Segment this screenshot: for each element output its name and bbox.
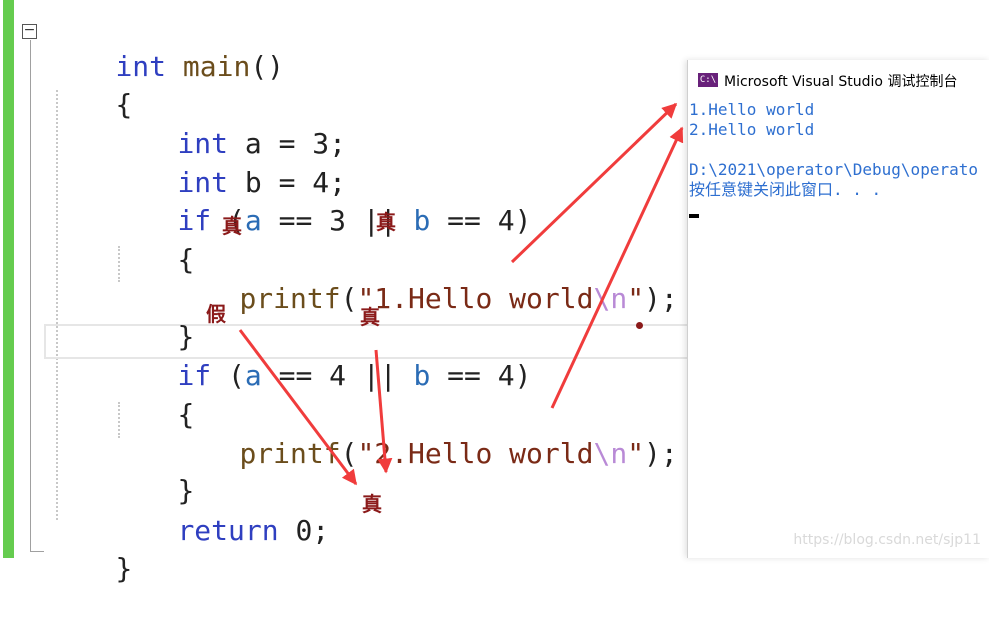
punctuation: ); [644,282,678,315]
marker-dot [636,322,643,329]
string-quote: " [627,282,645,315]
expression: == 4) [430,359,532,392]
punctuation: ( [340,437,358,470]
function-call: printf [239,282,341,315]
punctuation: ); [644,437,678,470]
console-output-area[interactable]: 1.Hello world 2.Hello world D:\2021\oper… [688,100,989,558]
function-name: main [166,50,251,83]
collapse-toggle-icon[interactable]: − [22,23,37,39]
console-title: Microsoft Visual Studio 调试控制台 [724,74,958,90]
punctuation: ( [211,359,245,392]
keyword: return [177,514,279,547]
console-app-icon: C:\ [698,73,718,87]
console-output-line: 按任意键关闭此窗口. . . [689,180,882,199]
annotation-true: 真 [376,210,396,234]
punctuation: () [250,50,285,83]
code-line-13[interactable]: return 0; [110,480,329,582]
outline-guide [30,40,31,552]
code-line-14[interactable]: } [48,518,132,620]
string-literal: "1.Hello world [357,282,594,315]
outline-guide-end [30,551,44,552]
console-output-line: 1.Hello world [689,100,815,119]
escape-sequence: \n [593,437,628,470]
console-titlebar[interactable]: C:\ Microsoft Visual Studio 调试控制台 [688,60,989,100]
console-output-line: D:\2021\operator\Debug\operato [689,160,978,179]
debug-console-window[interactable]: C:\ Microsoft Visual Studio 调试控制台 1.Hell… [687,60,989,558]
expression: == 4 || [261,359,414,392]
annotation-true: 真 [222,214,242,238]
string-quote: " [627,437,645,470]
function-call: printf [239,437,341,470]
close-brace: } [115,552,133,585]
variable-a: a [244,204,262,237]
punctuation: ( [340,282,358,315]
console-output-line: 2.Hello world [689,120,815,139]
change-indicator-bar [3,0,14,558]
variable-b: b [413,204,431,237]
console-cursor [689,214,699,218]
string-literal: "2.Hello world [357,437,594,470]
annotation-true: 真 [362,492,382,516]
annotation-false: 假 [206,302,226,326]
annotation-true: 真 [360,305,380,329]
expression: == 4) [430,204,532,237]
variable-a: a [244,359,262,392]
escape-sequence: \n [593,282,628,315]
watermark: https://blog.csdn.net/sjp11 [793,532,981,548]
statement: 0; [278,514,330,547]
variable-b: b [413,359,431,392]
